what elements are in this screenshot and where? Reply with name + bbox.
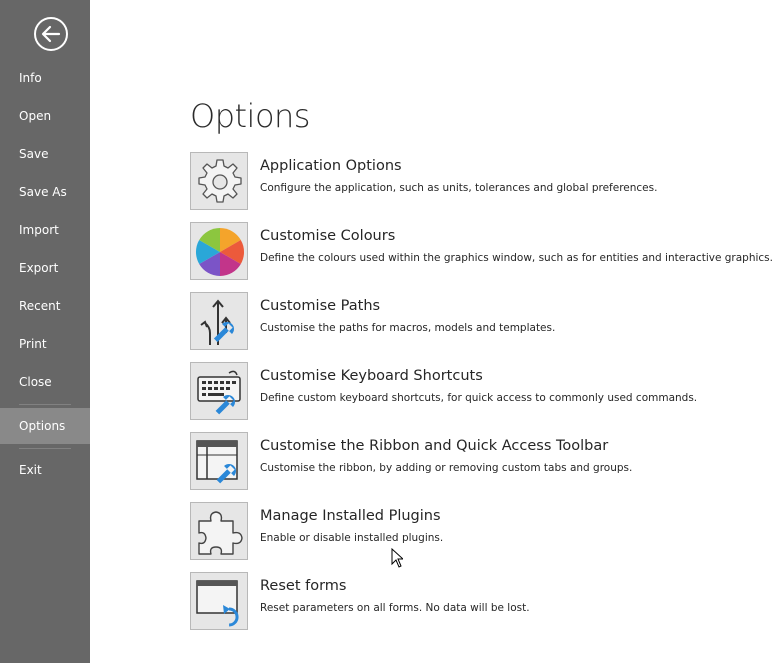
- option-reset-forms[interactable]: Reset forms Reset parameters on all form…: [190, 572, 770, 632]
- page-title: Options: [190, 97, 310, 135]
- keyboard-wrench-icon: [197, 370, 241, 415]
- option-customise-colours[interactable]: Customise Colours Define the colours use…: [190, 222, 773, 282]
- sidebar-divider: [19, 404, 71, 405]
- back-button[interactable]: [33, 16, 69, 52]
- reset-window-icon: [196, 580, 239, 627]
- option-customise-paths[interactable]: Customise Paths Customise the paths for …: [190, 292, 770, 352]
- option-description: Reset parameters on all forms. No data w…: [260, 602, 530, 614]
- option-icon-box: [190, 572, 248, 630]
- sidebar-divider: [19, 448, 71, 449]
- option-icon-box: [190, 152, 248, 210]
- sidebar-item-save-as[interactable]: Save As: [0, 174, 90, 210]
- sidebar-item-recent[interactable]: Recent: [0, 288, 90, 324]
- option-icon-box: [190, 432, 248, 490]
- option-title: Application Options: [260, 158, 402, 174]
- ribbon-wrench-icon: [196, 440, 238, 484]
- back-arrow-icon: [34, 17, 68, 51]
- sidebar-item-print[interactable]: Print: [0, 326, 90, 362]
- option-description: Enable or disable installed plugins.: [260, 532, 444, 544]
- sidebar: Info Open Save Save As Import Export Rec…: [0, 0, 90, 663]
- option-description: Customise the ribbon, by adding or remov…: [260, 462, 633, 474]
- option-manage-installed-plugins[interactable]: Manage Installed Plugins Enable or disab…: [190, 502, 770, 562]
- mouse-cursor-icon: [391, 548, 403, 568]
- puzzle-piece-icon: [198, 511, 243, 555]
- option-customise-ribbon[interactable]: Customise the Ribbon and Quick Access To…: [190, 432, 770, 492]
- option-title: Customise Colours: [260, 228, 396, 244]
- paths-wrench-icon: [200, 299, 234, 345]
- sidebar-item-close[interactable]: Close: [0, 364, 90, 400]
- option-icon-box: [190, 222, 248, 280]
- option-title: Customise the Ribbon and Quick Access To…: [260, 438, 609, 454]
- option-application-options[interactable]: Application Options Configure the applic…: [190, 152, 770, 212]
- option-description: Define the colours used within the graph…: [260, 252, 773, 264]
- option-icon-box: [190, 292, 248, 350]
- option-title: Reset forms: [260, 578, 347, 594]
- option-title: Customise Paths: [260, 298, 381, 314]
- sidebar-item-save[interactable]: Save: [0, 136, 90, 172]
- option-description: Customise the paths for macros, models a…: [260, 322, 556, 334]
- option-customise-keyboard-shortcuts[interactable]: Customise Keyboard Shortcuts Define cust…: [190, 362, 770, 422]
- sidebar-item-open[interactable]: Open: [0, 98, 90, 134]
- option-icon-box: [190, 362, 248, 420]
- option-description: Define custom keyboard shortcuts, for qu…: [260, 392, 698, 404]
- sidebar-item-import[interactable]: Import: [0, 212, 90, 248]
- gear-icon: [198, 159, 242, 203]
- sidebar-item-exit[interactable]: Exit: [0, 452, 90, 488]
- color-wheel-icon: [195, 228, 245, 276]
- sidebar-item-info[interactable]: Info: [0, 60, 90, 96]
- option-description: Configure the application, such as units…: [260, 182, 658, 194]
- option-title: Customise Keyboard Shortcuts: [260, 368, 483, 384]
- sidebar-item-export[interactable]: Export: [0, 250, 90, 286]
- sidebar-item-options[interactable]: Options: [0, 408, 90, 444]
- option-icon-box: [190, 502, 248, 560]
- option-title: Manage Installed Plugins: [260, 508, 441, 524]
